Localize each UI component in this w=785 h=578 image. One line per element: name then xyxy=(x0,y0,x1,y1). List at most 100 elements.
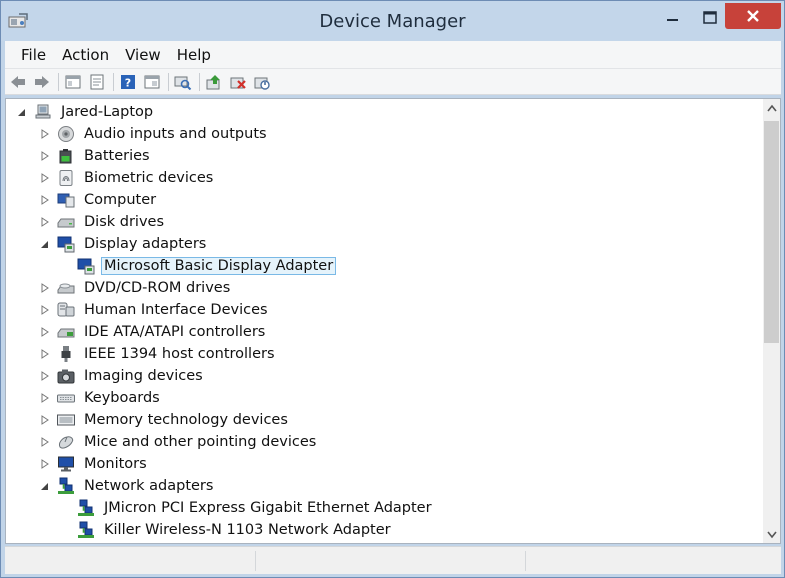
back-arrow-icon xyxy=(11,75,25,88)
tree-category-disk-drives[interactable]: Disk drives xyxy=(6,211,758,233)
maximize-button[interactable] xyxy=(695,3,725,31)
tree-category-memory-technology[interactable]: Memory technology devices xyxy=(6,409,758,431)
console-icon xyxy=(144,75,160,88)
keyboard-icon xyxy=(57,394,75,403)
tree-category-dvd-cd-rom[interactable]: DVD/CD-ROM drives xyxy=(6,277,758,299)
tree-category-label: IEEE 1394 host controllers xyxy=(84,346,275,362)
display-adapter-icon xyxy=(57,236,75,253)
tree-device-microsoft-basic-display-adapter[interactable]: Microsoft Basic Display Adapter xyxy=(6,255,758,277)
expand-triangle-icon[interactable] xyxy=(39,216,51,228)
tree-category-computer[interactable]: Computer xyxy=(6,189,758,211)
tree-category-keyboards[interactable]: Keyboards xyxy=(6,387,758,409)
menu-view[interactable]: View xyxy=(117,41,169,69)
expand-triangle-icon[interactable] xyxy=(39,172,51,184)
expand-triangle-icon[interactable] xyxy=(39,326,51,338)
tree-category-label: Monitors xyxy=(84,456,147,472)
mouse-icon xyxy=(59,436,74,449)
expand-triangle-icon[interactable] xyxy=(39,348,51,360)
disk-drive-icon xyxy=(57,218,75,228)
expand-triangle-icon[interactable] xyxy=(39,282,51,294)
properties-sheet-button[interactable] xyxy=(63,72,83,92)
update-driver-button[interactable] xyxy=(204,72,224,92)
scroll-up-button[interactable] xyxy=(763,99,780,116)
properties-sheet-icon xyxy=(65,75,81,88)
expand-triangle-icon[interactable] xyxy=(39,414,51,426)
computer-icon xyxy=(35,104,51,119)
expand-triangle-icon[interactable] xyxy=(39,458,51,470)
tree-category-hid[interactable]: Human Interface Devices xyxy=(6,299,758,321)
expand-triangle-icon[interactable] xyxy=(39,150,51,162)
collapse-triangle-icon[interactable] xyxy=(16,106,28,118)
device-manager-window: Device Manager File Action View Help ? J… xyxy=(0,0,785,578)
tree-category-imaging[interactable]: Imaging devices xyxy=(6,365,758,387)
expand-triangle-icon[interactable] xyxy=(39,392,51,404)
tree-category-ide-ata[interactable]: IDE ATA/ATAPI controllers xyxy=(6,321,758,343)
title-bar[interactable]: Device Manager xyxy=(1,1,784,41)
expand-triangle-icon[interactable] xyxy=(39,128,51,140)
menu-bar: File Action View Help xyxy=(5,41,781,69)
disable-device-button[interactable] xyxy=(252,72,272,92)
menu-help[interactable]: Help xyxy=(169,41,219,69)
close-button[interactable] xyxy=(725,3,781,29)
maximize-icon xyxy=(703,10,717,24)
tree-category-audio[interactable]: Audio inputs and outputs xyxy=(6,123,758,145)
minimize-button[interactable] xyxy=(651,3,695,31)
tree-device-jmicron-ethernet[interactable]: JMicron PCI Express Gigabit Ethernet Ada… xyxy=(6,497,758,519)
collapse-triangle-icon[interactable] xyxy=(39,238,51,250)
show-hide-pane-icon xyxy=(90,74,104,89)
tree-category-label: Imaging devices xyxy=(84,368,203,384)
tree-category-batteries[interactable]: Batteries xyxy=(6,145,758,167)
back-button[interactable] xyxy=(8,72,28,92)
expand-triangle-icon[interactable] xyxy=(39,436,51,448)
tree-category-label: Keyboards xyxy=(84,390,160,406)
toolbar-separator xyxy=(199,72,200,91)
expand-triangle-icon[interactable] xyxy=(39,370,51,382)
scroll-down-button[interactable] xyxy=(763,526,780,543)
tree-category-label: Human Interface Devices xyxy=(84,302,268,318)
tree-category-label: Batteries xyxy=(84,148,150,164)
console-button[interactable] xyxy=(142,72,162,92)
scrollbar-thumb[interactable] xyxy=(764,121,779,343)
tree-device-label: JMicron PCI Express Gigabit Ethernet Ada… xyxy=(104,500,432,516)
firewire-icon xyxy=(61,346,71,362)
expand-triangle-icon[interactable] xyxy=(39,304,51,316)
uninstall-device-button[interactable] xyxy=(228,72,248,92)
fingerprint-icon xyxy=(59,170,73,186)
help-button[interactable]: ? xyxy=(118,72,138,92)
minimize-icon xyxy=(667,19,678,21)
tree-category-label: Disk drives xyxy=(84,214,165,230)
tree-category-mice[interactable]: Mice and other pointing devices xyxy=(6,431,758,453)
close-icon xyxy=(747,10,759,22)
tree-category-monitors[interactable]: Monitors xyxy=(6,453,758,475)
network-adapter-icon xyxy=(58,477,74,494)
forward-arrow-icon xyxy=(35,75,49,88)
tree-root[interactable]: Jared-Laptop xyxy=(6,101,758,123)
scan-hardware-button[interactable] xyxy=(173,72,193,92)
tree-category-label: Memory technology devices xyxy=(84,412,288,428)
status-bar xyxy=(5,546,781,574)
tree-category-label: DVD/CD-ROM drives xyxy=(84,280,231,296)
show-hide-pane-button[interactable] xyxy=(87,72,107,92)
menu-file[interactable]: File xyxy=(13,41,54,69)
tree-category-label: Display adapters xyxy=(84,236,207,252)
device-tree-pane[interactable]: Jared-Laptop Audio inputs and outputs Ba… xyxy=(5,98,781,544)
toolbar: ? xyxy=(5,69,781,95)
tree-category-network-adapters[interactable]: Network adapters xyxy=(6,475,758,497)
tree-category-display-adapters[interactable]: Display adapters xyxy=(6,233,758,255)
collapse-triangle-icon[interactable] xyxy=(39,480,51,492)
tree-category-label: Biometric devices xyxy=(84,170,214,186)
svg-text:?: ? xyxy=(125,76,131,89)
tree-category-ieee-1394[interactable]: IEEE 1394 host controllers xyxy=(6,343,758,365)
forward-button[interactable] xyxy=(32,72,52,92)
expand-triangle-icon[interactable] xyxy=(39,194,51,206)
camera-icon xyxy=(57,369,75,384)
memory-icon xyxy=(57,414,75,426)
menu-action[interactable]: Action xyxy=(54,41,117,69)
computer-icon xyxy=(57,193,75,208)
vertical-scrollbar[interactable] xyxy=(763,99,780,543)
tree-category-biometric[interactable]: Biometric devices xyxy=(6,167,758,189)
display-adapter-icon xyxy=(77,258,95,275)
network-adapter-icon xyxy=(78,499,94,516)
optical-drive-icon xyxy=(57,283,75,294)
tree-device-killer-wireless[interactable]: Killer Wireless-N 1103 Network Adapter xyxy=(6,519,758,541)
